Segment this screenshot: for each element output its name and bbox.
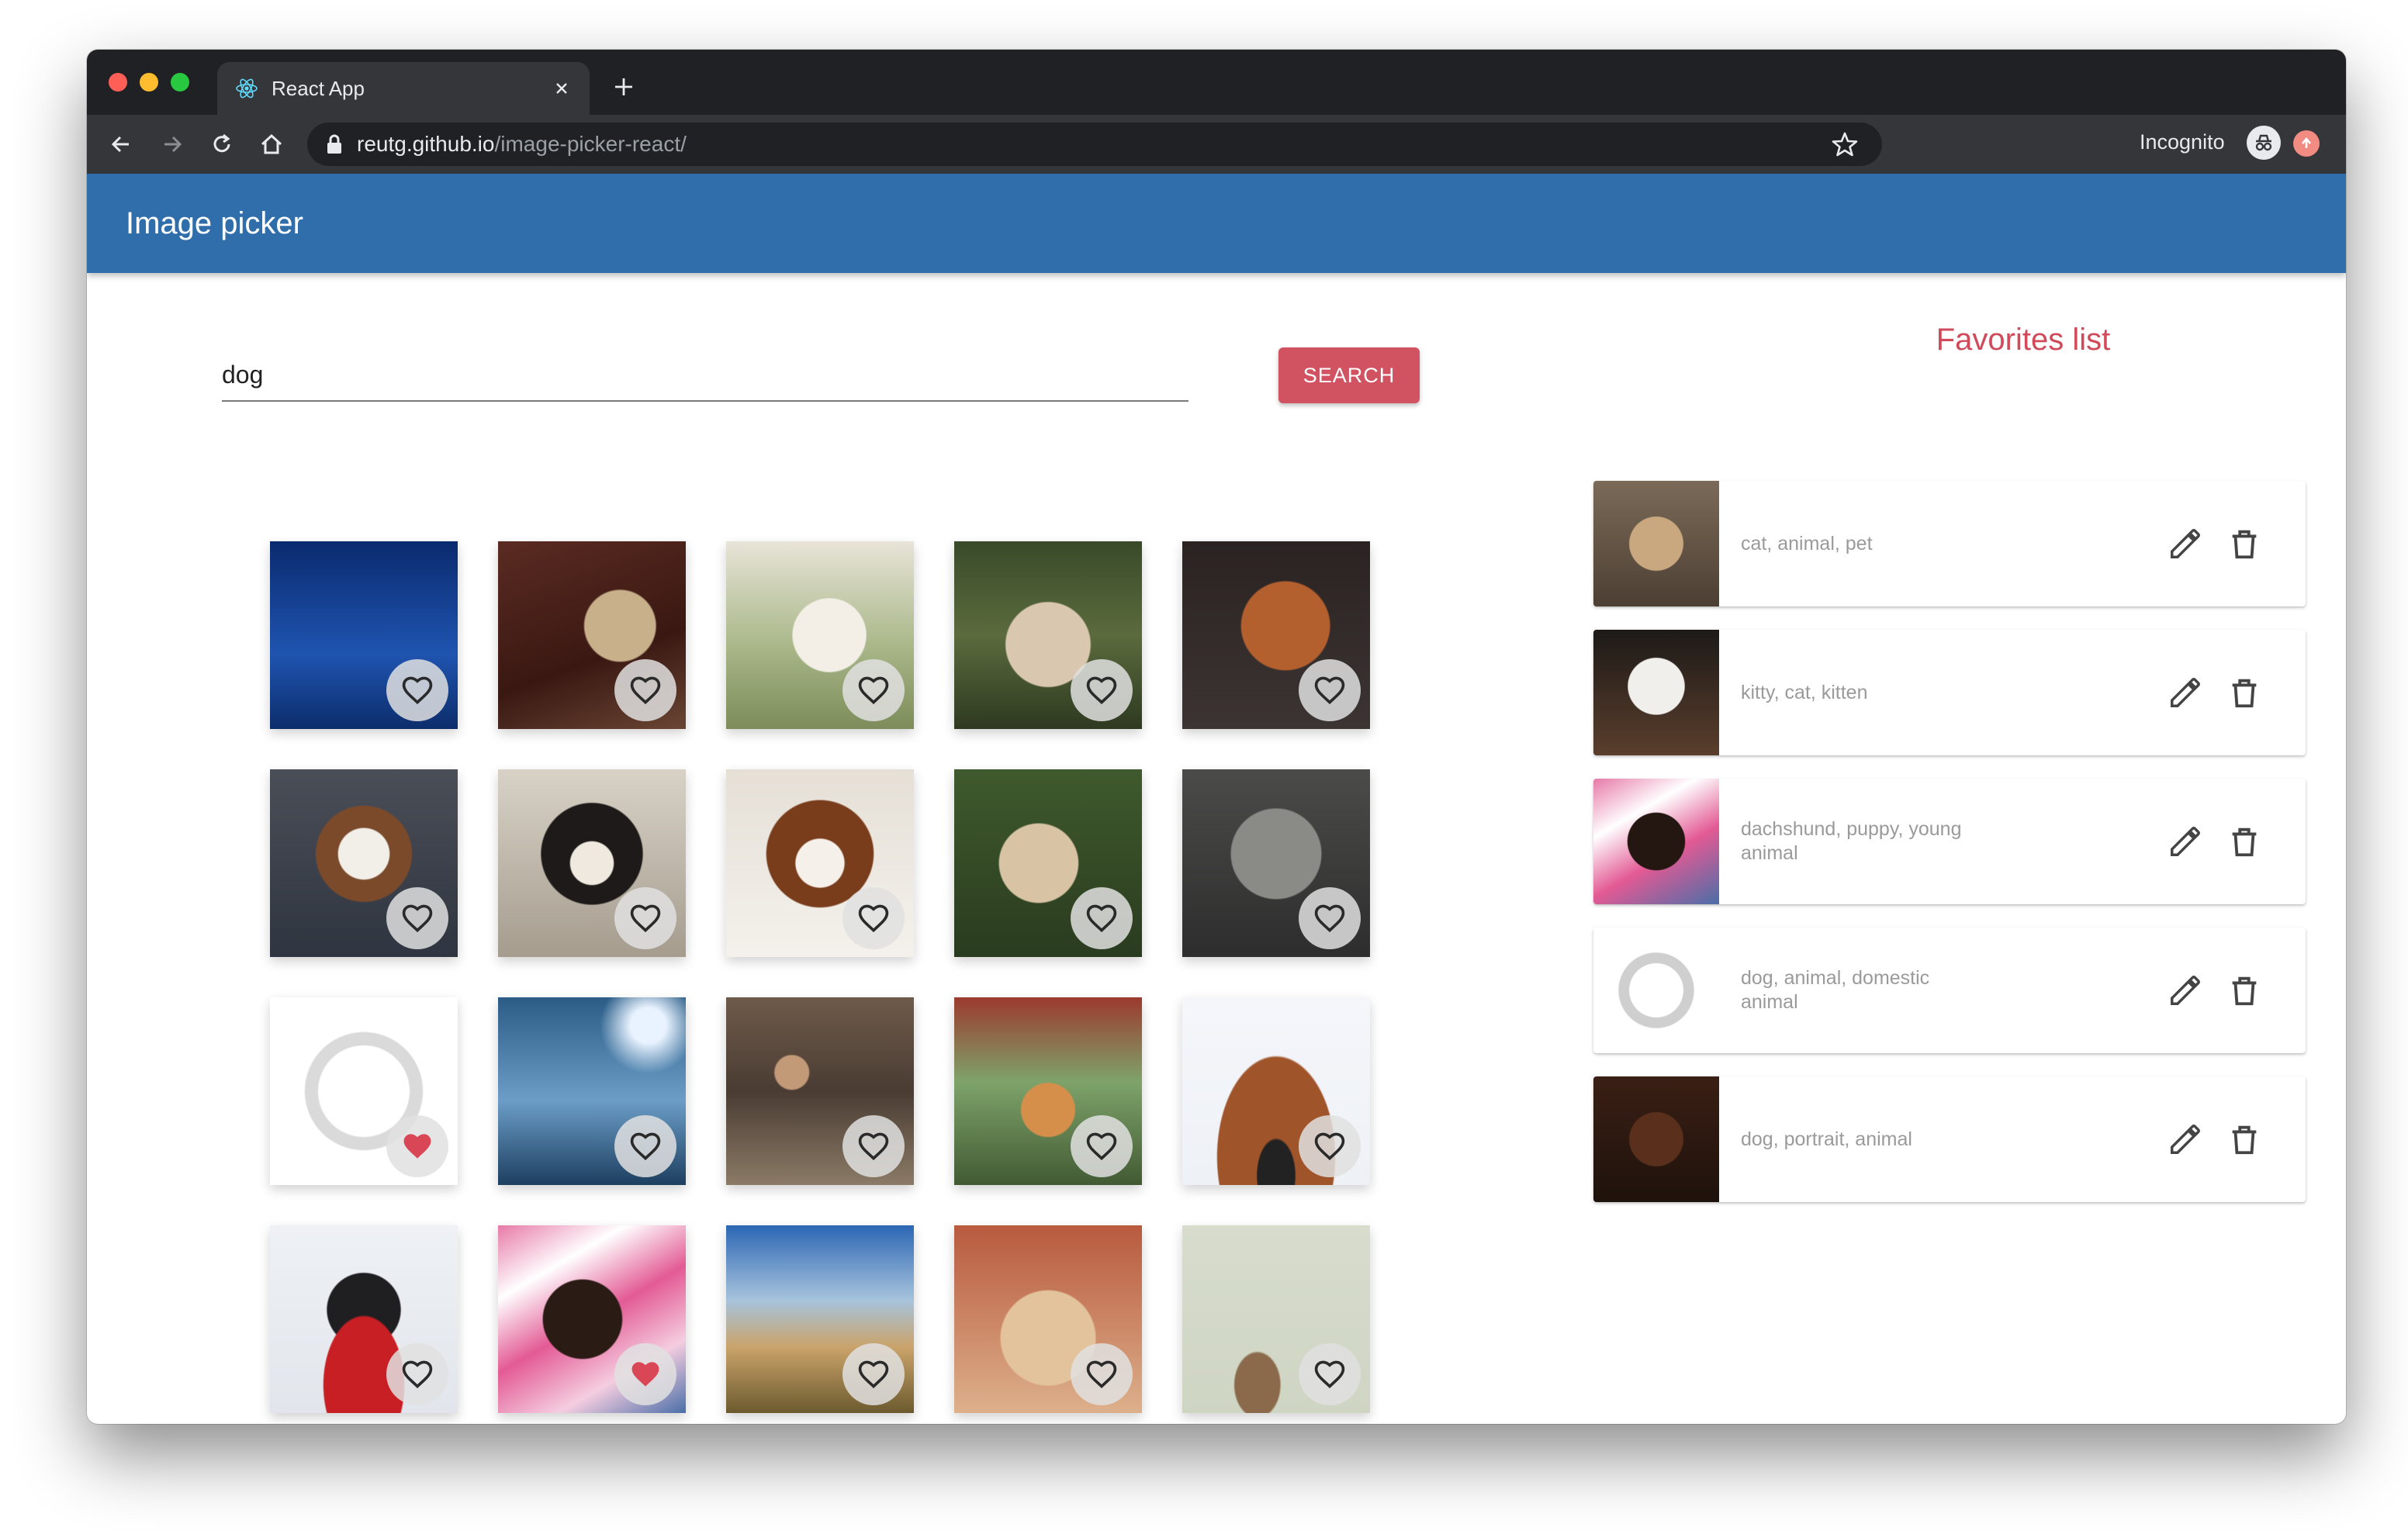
update-icon[interactable] (2293, 130, 2320, 157)
favorite-card: kitty, cat, kitten (1593, 630, 2306, 755)
back-arrow-icon[interactable] (106, 129, 137, 160)
browser-tab[interactable]: React App (217, 62, 590, 115)
favorite-thumbnail[interactable] (1593, 1076, 1719, 1202)
favorite-card: dog, animal, domestic animal (1593, 928, 2306, 1053)
close-icon[interactable] (549, 76, 574, 101)
heart-outline-icon[interactable] (614, 1115, 676, 1177)
favorite-card: dachshund, puppy, young animal (1593, 779, 2306, 904)
image-tile[interactable] (498, 997, 686, 1185)
image-tile[interactable] (954, 997, 1142, 1185)
heart-outline-icon[interactable] (842, 887, 905, 949)
forward-arrow-icon[interactable] (157, 129, 188, 160)
heart-outline-icon[interactable] (1071, 1343, 1133, 1405)
url-host: reutg.github.io (357, 132, 495, 156)
heart-outline-icon[interactable] (1071, 659, 1133, 721)
favorite-thumbnail[interactable] (1593, 928, 1719, 1053)
url-path: /image-picker-react/ (494, 132, 687, 156)
lock-icon (327, 134, 341, 154)
search-button[interactable]: SEARCH (1278, 347, 1420, 403)
heart-outline-icon[interactable] (842, 659, 905, 721)
image-tile[interactable] (726, 769, 914, 957)
browser-window: React App reutg.github.io/image-picker-r… (87, 50, 2346, 1424)
trash-icon[interactable] (2226, 526, 2262, 561)
heart-filled-icon[interactable] (614, 1343, 676, 1405)
heart-outline-icon[interactable] (386, 1343, 448, 1405)
favorite-tags: dog, portrait, animal (1741, 1128, 1912, 1150)
favorite-thumbnail[interactable] (1593, 779, 1719, 904)
image-tile[interactable] (270, 1225, 458, 1413)
app-bar: Image picker (87, 174, 2346, 273)
image-tile[interactable] (498, 1225, 686, 1413)
incognito-label: Incognito (2140, 130, 2225, 154)
address-bar[interactable]: reutg.github.io/image-picker-react/ (307, 123, 1882, 166)
favorite-thumbnail[interactable] (1593, 481, 1719, 606)
favorite-tags: kitty, cat, kitten (1741, 681, 1868, 703)
reload-icon[interactable] (206, 129, 237, 160)
image-tile[interactable] (1182, 997, 1370, 1185)
favorite-tags: dachshund, puppy, young animal (1741, 818, 1962, 864)
pencil-icon[interactable] (2168, 1121, 2203, 1157)
home-icon[interactable] (256, 129, 287, 160)
heart-outline-icon[interactable] (842, 1343, 905, 1405)
plus-icon[interactable] (608, 71, 639, 102)
image-tile[interactable] (954, 541, 1142, 729)
image-tile[interactable] (726, 541, 914, 729)
tab-title: React App (272, 76, 365, 100)
tab-strip: React App (87, 50, 2346, 115)
heart-outline-icon[interactable] (1071, 1115, 1133, 1177)
pencil-icon[interactable] (2168, 526, 2203, 561)
image-tile[interactable] (726, 997, 914, 1185)
image-tile[interactable] (1182, 1225, 1370, 1413)
window-close-button[interactable] (109, 73, 127, 92)
favorites-title: Favorites list (1936, 323, 2111, 357)
search-input[interactable] (222, 349, 1188, 402)
heart-outline-icon[interactable] (614, 887, 676, 949)
favorite-tags: dog, animal, domestic animal (1741, 967, 1930, 1013)
pencil-icon[interactable] (2168, 973, 2203, 1008)
image-tile[interactable] (1182, 769, 1370, 957)
star-icon[interactable] (1831, 130, 1859, 158)
favorite-card: dog, portrait, animal (1593, 1076, 2306, 1202)
window-minimize-button[interactable] (140, 73, 158, 92)
heart-outline-icon[interactable] (1299, 887, 1361, 949)
image-tile[interactable] (498, 541, 686, 729)
trash-icon[interactable] (2226, 973, 2262, 1008)
trash-icon[interactable] (2226, 824, 2262, 859)
image-tile[interactable] (1182, 541, 1370, 729)
favorite-tags: cat, animal, pet (1741, 532, 1873, 555)
favorite-thumbnail[interactable] (1593, 630, 1719, 755)
heart-outline-icon[interactable] (386, 887, 448, 949)
heart-outline-icon[interactable] (1071, 887, 1133, 949)
image-tile[interactable] (270, 769, 458, 957)
browser-toolbar: reutg.github.io/image-picker-react/ Inco… (87, 115, 2346, 174)
heart-outline-icon[interactable] (1299, 1343, 1361, 1405)
heart-outline-icon[interactable] (842, 1115, 905, 1177)
image-tile[interactable] (954, 769, 1142, 957)
pencil-icon[interactable] (2168, 824, 2203, 859)
heart-filled-icon[interactable] (386, 1115, 448, 1177)
window-maximize-button[interactable] (171, 73, 189, 92)
url-text: reutg.github.io/image-picker-react/ (357, 132, 687, 157)
favorite-card: cat, animal, pet (1593, 481, 2306, 606)
heart-outline-icon[interactable] (614, 659, 676, 721)
pencil-icon[interactable] (2168, 675, 2203, 710)
react-favicon-icon (236, 78, 258, 98)
trash-icon[interactable] (2226, 1121, 2262, 1157)
app-title: Image picker (126, 206, 303, 240)
incognito-icon[interactable] (2247, 126, 2281, 160)
heart-outline-icon[interactable] (1299, 1115, 1361, 1177)
trash-icon[interactable] (2226, 675, 2262, 710)
heart-outline-icon[interactable] (386, 659, 448, 721)
heart-outline-icon[interactable] (1299, 659, 1361, 721)
image-tile[interactable] (726, 1225, 914, 1413)
image-tile[interactable] (270, 541, 458, 729)
image-tile[interactable] (498, 769, 686, 957)
image-tile[interactable] (270, 997, 458, 1185)
image-tile[interactable] (954, 1225, 1142, 1413)
